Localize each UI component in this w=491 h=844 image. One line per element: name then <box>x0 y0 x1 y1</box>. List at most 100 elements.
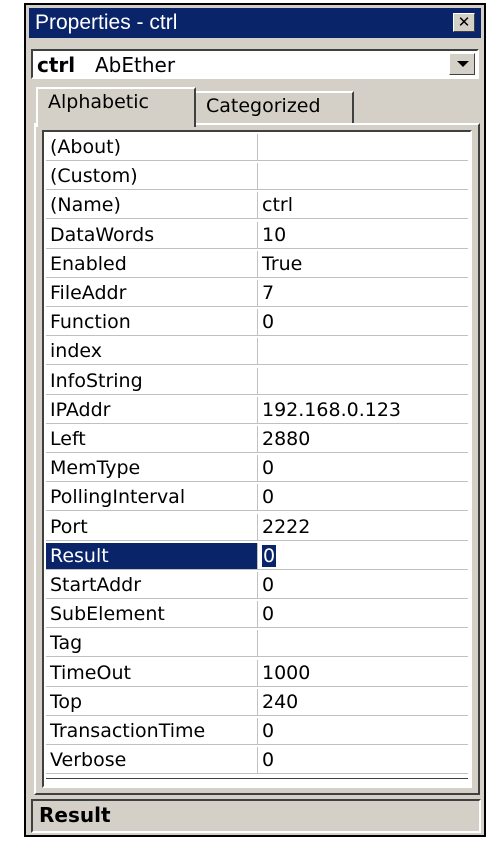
property-value[interactable]: 0 <box>258 718 468 744</box>
property-name[interactable]: FileAddr <box>46 280 258 306</box>
title-bar[interactable]: Properties - ctrl ✕ <box>29 8 481 38</box>
property-name[interactable]: Left <box>46 426 258 452</box>
property-value[interactable]: 240 <box>258 689 468 715</box>
property-name[interactable]: index <box>46 338 258 364</box>
property-row[interactable]: DataWords 10 <box>46 222 468 249</box>
property-value[interactable]: 0 <box>258 572 468 598</box>
property-name[interactable]: Enabled <box>46 251 258 277</box>
property-name[interactable]: PollingInterval <box>46 484 258 510</box>
property-value[interactable]: 0 <box>258 484 468 510</box>
property-value[interactable] <box>258 368 468 394</box>
object-type: AbEther <box>95 53 176 77</box>
property-name[interactable]: TimeOut <box>46 660 258 686</box>
property-row[interactable]: Tag <box>46 630 468 657</box>
property-row[interactable]: TimeOut 1000 <box>46 660 468 687</box>
property-row[interactable]: StartAddr 0 <box>46 572 468 599</box>
object-selector[interactable]: ctrl AbEther <box>31 49 479 79</box>
property-value-text: 0 <box>262 574 275 596</box>
property-row[interactable]: index <box>46 338 468 365</box>
property-value-text: 240 <box>262 691 299 713</box>
tab-alphabetic[interactable]: Alphabetic <box>36 87 196 127</box>
property-name[interactable]: (About) <box>46 134 258 160</box>
property-value-text: 1000 <box>262 662 311 684</box>
property-name[interactable]: Top <box>46 689 258 715</box>
property-value[interactable] <box>258 163 468 189</box>
tab-categorized-label: Categorized <box>206 95 321 117</box>
property-name[interactable]: Tag <box>46 630 258 656</box>
tab-panel: (About) (Custom) (Name) ctrl DataWords 10 Enab… <box>34 123 480 795</box>
property-name[interactable]: TransactionTime <box>46 718 258 744</box>
property-grid[interactable]: (About) (Custom) (Name) ctrl DataWords 10 Enab… <box>42 130 472 788</box>
property-name[interactable]: DataWords <box>46 222 258 248</box>
property-row[interactable]: TransactionTime 0 <box>46 718 468 745</box>
property-name[interactable]: Result <box>46 543 258 569</box>
property-value[interactable]: 2222 <box>258 514 468 540</box>
property-value[interactable] <box>258 338 468 364</box>
property-value-text: 10 <box>262 224 287 246</box>
property-row[interactable]: Function 0 <box>46 309 468 336</box>
property-row[interactable]: Port 2222 <box>46 514 468 541</box>
tab-categorized[interactable]: Categorized <box>194 91 354 125</box>
property-value[interactable]: 7 <box>258 280 468 306</box>
property-value-text: 0 <box>262 486 275 508</box>
description-title: Result <box>39 803 111 827</box>
property-row[interactable]: FileAddr 7 <box>46 280 468 307</box>
property-name[interactable]: Port <box>46 514 258 540</box>
property-value-text: 0 <box>262 749 275 771</box>
property-list: (About) (Custom) (Name) ctrl DataWords 10 Enab… <box>46 134 468 779</box>
property-name[interactable]: MemType <box>46 455 258 481</box>
property-row[interactable]: (Custom) <box>46 163 468 190</box>
property-value[interactable]: 1000 <box>258 660 468 686</box>
property-name[interactable]: StartAddr <box>46 572 258 598</box>
property-value-text: 2880 <box>262 428 311 450</box>
property-value-text: True <box>262 253 303 275</box>
property-name[interactable]: (Name) <box>46 192 258 218</box>
object-dropdown-button[interactable] <box>449 53 475 75</box>
property-value[interactable] <box>258 134 468 160</box>
property-row[interactable]: Verbose 0 <box>46 747 468 774</box>
property-value[interactable]: 0 <box>258 309 468 335</box>
property-value-text: 0 <box>262 457 275 479</box>
description-pane: Result <box>31 799 481 833</box>
property-value-text: 7 <box>262 282 275 304</box>
property-name[interactable]: InfoString <box>46 368 258 394</box>
property-row[interactable]: Top 240 <box>46 689 468 716</box>
property-row[interactable]: SubElement 0 <box>46 601 468 628</box>
property-name[interactable]: Verbose <box>46 747 258 773</box>
property-row[interactable]: InfoString <box>46 368 468 395</box>
property-value-text: ctrl <box>262 194 293 216</box>
property-value-text: 2222 <box>262 516 311 538</box>
property-name[interactable]: (Custom) <box>46 163 258 189</box>
property-value[interactable]: 0 <box>258 601 468 627</box>
property-name[interactable]: IPAddr <box>46 397 258 423</box>
property-value[interactable] <box>258 630 468 656</box>
property-row[interactable]: IPAddr 192.168.0.123 <box>46 397 468 424</box>
property-value[interactable]: 2880 <box>258 426 468 452</box>
property-name[interactable]: Function <box>46 309 258 335</box>
close-icon: ✕ <box>457 13 471 31</box>
property-row[interactable]: PollingInterval 0 <box>46 484 468 511</box>
property-row[interactable]: MemType 0 <box>46 455 468 482</box>
property-name[interactable]: SubElement <box>46 601 258 627</box>
close-button[interactable]: ✕ <box>453 13 475 32</box>
property-value[interactable]: 10 <box>258 222 468 248</box>
window-title: Properties - ctrl <box>35 11 178 34</box>
property-value[interactable]: 0 <box>258 455 468 481</box>
property-row[interactable]: Enabled True <box>46 251 468 278</box>
property-value-text: 0 <box>262 545 277 567</box>
property-value[interactable]: 192.168.0.123 <box>258 397 468 423</box>
property-value[interactable]: 0 <box>258 747 468 773</box>
property-row[interactable]: Left 2880 <box>46 426 468 453</box>
property-value-text: 0 <box>262 311 275 333</box>
tab-alphabetic-label: Alphabetic <box>48 91 149 113</box>
property-row[interactable]: Result 0 <box>46 543 468 570</box>
property-value[interactable]: ctrl <box>258 192 468 218</box>
property-row[interactable]: (Name) ctrl <box>46 192 468 219</box>
chevron-down-icon <box>457 61 469 67</box>
object-name: ctrl <box>37 53 76 77</box>
property-value[interactable]: True <box>258 251 468 277</box>
property-value[interactable]: 0 <box>258 543 468 569</box>
property-row[interactable]: (About) <box>46 134 468 161</box>
property-value-text: 192.168.0.123 <box>262 399 402 421</box>
property-value-text: 0 <box>262 720 275 742</box>
